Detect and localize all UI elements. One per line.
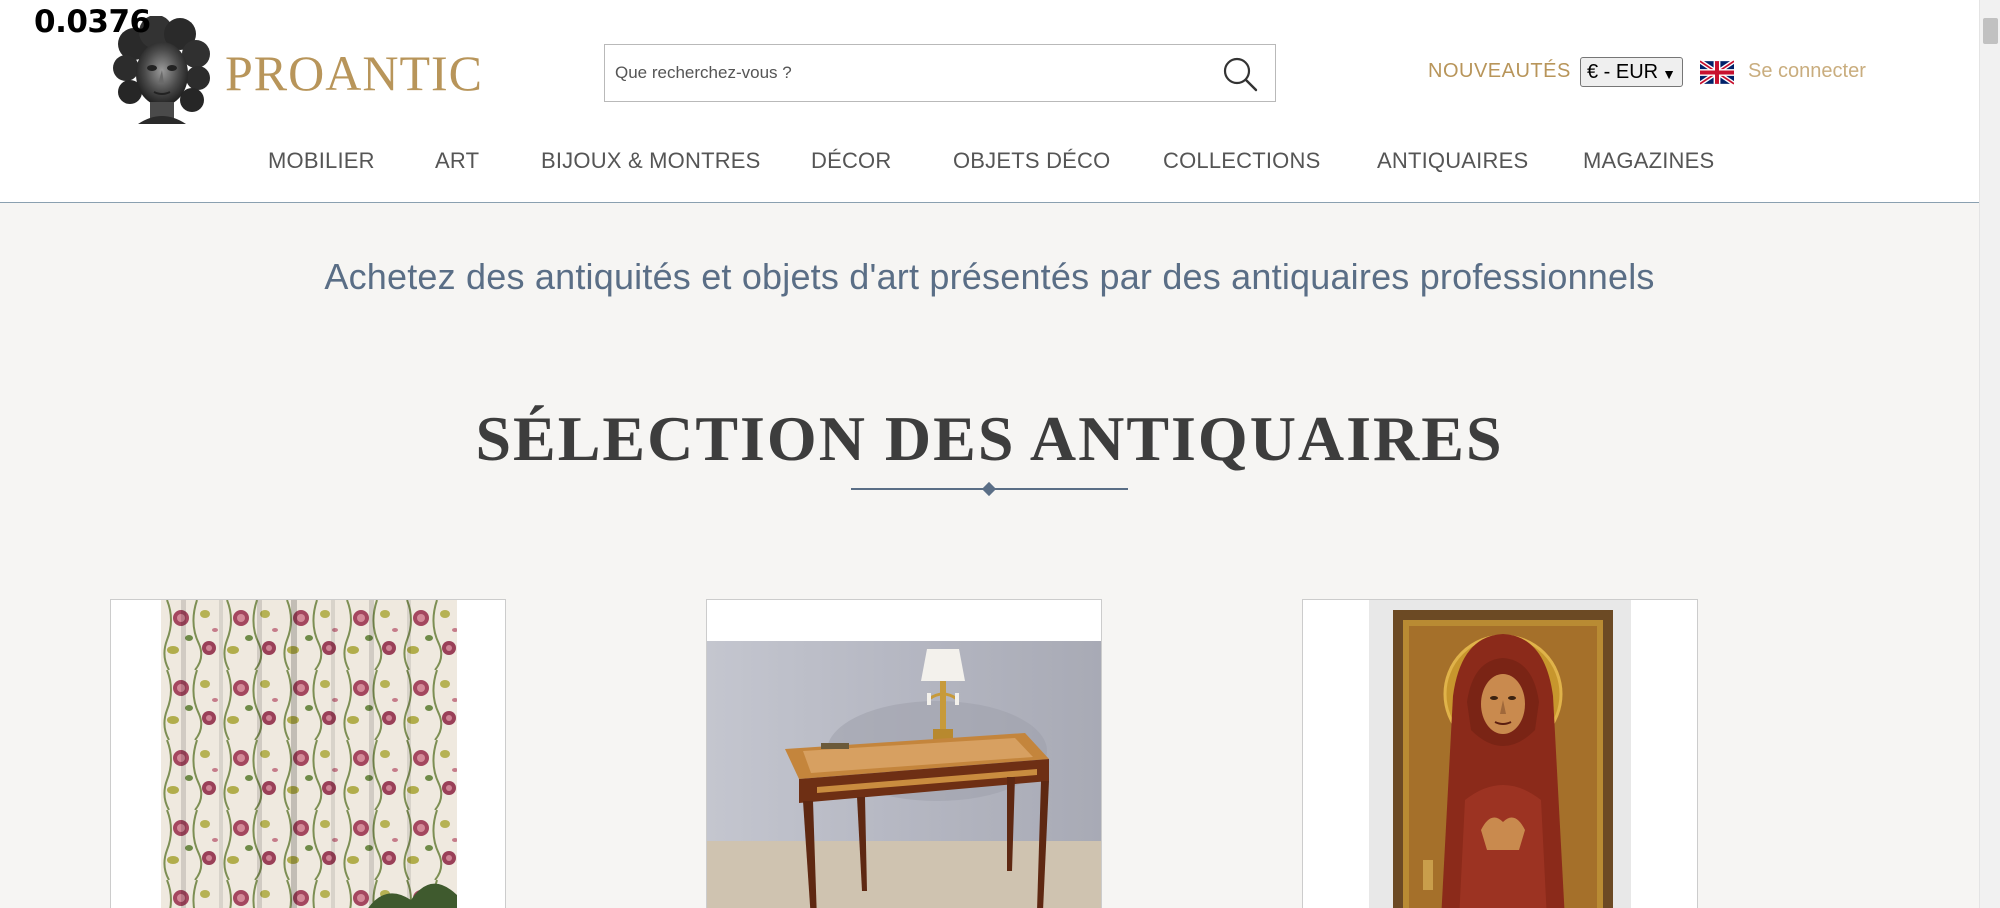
page-viewport: 0.0376 PROANTIC Que recherchez-vous ? NO… <box>0 0 1979 908</box>
product-card-desk[interactable] <box>706 599 1102 908</box>
nav-item-mobilier[interactable]: MOBILIER <box>268 148 375 174</box>
vertical-scrollbar[interactable] <box>1979 0 2000 908</box>
curtains-image <box>161 600 457 908</box>
currency-select[interactable]: € - EUR ▼ <box>1580 57 1683 87</box>
nav-item-art[interactable]: ART <box>435 148 479 174</box>
page-tagline: Achetez des antiquités et objets d'art p… <box>324 256 1655 297</box>
search-icon[interactable] <box>1221 55 1259 93</box>
login-link[interactable]: Se connecter <box>1748 60 1866 83</box>
product-card-icon-painting[interactable] <box>1302 599 1698 908</box>
nav-item-objets-deco[interactable]: OBJETS DÉCO <box>953 148 1110 174</box>
nouveautes-link[interactable]: NOUVEAUTÉS <box>1428 60 1571 83</box>
debug-value: 0.0376 <box>34 4 151 40</box>
title-divider-ornament <box>981 481 997 497</box>
site-header: 0.0376 PROANTIC Que recherchez-vous ? NO… <box>0 0 1979 203</box>
brand-logo-text[interactable]: PROANTIC <box>225 44 483 102</box>
main-navigation: MOBILIER ART BIJOUX & MONTRES DÉCOR OBJE… <box>0 148 1979 178</box>
uk-flag-icon[interactable] <box>1700 60 1734 85</box>
scrollbar-thumb[interactable] <box>1983 18 1998 44</box>
nav-item-collections[interactable]: COLLECTIONS <box>1163 148 1320 174</box>
search-input[interactable] <box>615 45 1195 101</box>
nav-item-bijoux-montres[interactable]: BIJOUX & MONTRES <box>541 148 761 174</box>
search-box <box>604 44 1276 102</box>
chevron-down-icon: ▼ <box>1662 66 1676 82</box>
nav-item-antiquaires[interactable]: ANTIQUAIRES <box>1377 148 1528 174</box>
nav-item-decor[interactable]: DÉCOR <box>811 148 891 174</box>
icon-painting-image <box>1369 600 1631 908</box>
section-title: SÉLECTION DES ANTIQUAIRES <box>475 403 1504 474</box>
currency-value: € - EUR <box>1587 61 1659 83</box>
product-card-curtains[interactable] <box>110 599 506 908</box>
nav-item-magazines[interactable]: MAGAZINES <box>1583 148 1714 174</box>
desk-image <box>707 641 1101 908</box>
